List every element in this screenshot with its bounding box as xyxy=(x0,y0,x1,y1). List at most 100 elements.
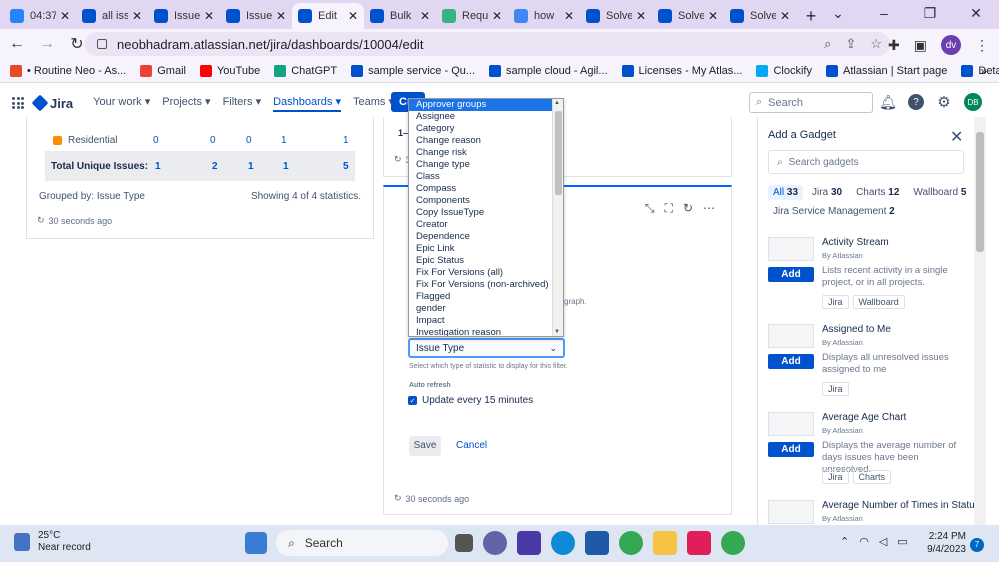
extensions-icon[interactable]: ✚ xyxy=(888,37,900,54)
total-cell[interactable]: 1 xyxy=(248,161,254,172)
statistic-type-select[interactable]: Issue Type ⌄ xyxy=(408,338,565,358)
dropdown-option[interactable]: Compass xyxy=(409,183,563,195)
bookmark-item[interactable]: sample cloud - Agil... xyxy=(489,64,608,77)
notifications-icon[interactable]: 🔔︎ xyxy=(879,94,897,110)
close-icon[interactable]: ✕ xyxy=(950,127,963,147)
dropdown-option[interactable]: Assignee xyxy=(409,111,563,123)
dropdown-scrollbar[interactable]: ▲ ▼ xyxy=(552,99,563,336)
browser-tab[interactable]: Solve ✕ xyxy=(652,3,724,29)
dropdown-option[interactable]: Category xyxy=(409,123,563,135)
scroll-up-icon[interactable]: ▲ xyxy=(554,100,560,106)
slack-icon[interactable] xyxy=(687,531,711,555)
save-button[interactable]: Save xyxy=(409,436,441,456)
table-cell[interactable]: 1 xyxy=(281,135,287,146)
tab-close-icon[interactable]: ✕ xyxy=(636,9,646,23)
browser-tab[interactable]: Issue ✕ xyxy=(220,3,292,29)
dropdown-option[interactable]: Approver groups xyxy=(409,99,563,111)
gadget-tag[interactable]: Wallboard xyxy=(852,295,905,309)
store-icon[interactable] xyxy=(585,531,609,555)
tab-close-icon[interactable]: ✕ xyxy=(60,9,70,23)
bookmark-star-icon[interactable]: ☆ xyxy=(870,36,882,52)
wifi-icon[interactable]: ◠ xyxy=(859,535,869,548)
add-gadget-button[interactable]: Add xyxy=(768,267,814,282)
scroll-thumb[interactable] xyxy=(555,111,562,195)
volume-icon[interactable]: ◁ xyxy=(879,535,887,548)
dropdown-option[interactable]: Dependence xyxy=(409,231,563,243)
user-avatar[interactable]: DB xyxy=(964,93,982,111)
cancel-button[interactable]: Cancel xyxy=(456,436,487,456)
refresh-icon[interactable]: ↻ xyxy=(37,215,45,226)
table-cell[interactable]: 1 xyxy=(343,135,349,146)
checkmark-icon[interactable]: ✓ xyxy=(408,396,417,405)
dropdown-option[interactable]: Class xyxy=(409,171,563,183)
total-cell[interactable]: 1 xyxy=(155,161,161,172)
forward-button[interactable]: → xyxy=(34,35,60,53)
gadget-tag[interactable]: Jira xyxy=(822,382,849,396)
browser-menu-icon[interactable]: ⋮ xyxy=(975,37,989,54)
nav-item[interactable]: Projects ▾ xyxy=(162,95,210,112)
weather-widget[interactable]: 25°C Near record xyxy=(14,530,91,554)
dropdown-option[interactable]: Change reason xyxy=(409,135,563,147)
gadget-category-filter[interactable]: Charts 12 xyxy=(851,185,904,200)
nav-item[interactable]: Your work ▾ xyxy=(93,95,150,112)
browser-tab[interactable]: all iss ✕ xyxy=(76,3,148,29)
bookmarks-overflow-button[interactable]: » xyxy=(980,64,987,78)
table-cell[interactable]: 0 xyxy=(210,135,216,146)
add-gadget-button[interactable]: Add xyxy=(768,442,814,457)
zoom-icon[interactable]: ⌕ xyxy=(824,36,831,52)
scroll-thumb[interactable] xyxy=(976,132,984,252)
bookmark-item[interactable]: ChatGPT xyxy=(274,64,337,77)
add-gadget-button[interactable]: Add xyxy=(768,354,814,369)
total-cell[interactable]: 1 xyxy=(283,161,289,172)
side-panel-icon[interactable]: ▣ xyxy=(914,37,927,54)
table-cell[interactable]: 0 xyxy=(153,135,159,146)
total-cell[interactable]: 2 xyxy=(212,161,218,172)
statistic-type-dropdown[interactable]: Approver groups Assignee Category Change re… xyxy=(408,98,564,337)
gadget-search-input[interactable]: ⌕ Search gadgets xyxy=(768,150,964,174)
battery-icon[interactable]: ▭ xyxy=(897,535,907,548)
url-input[interactable]: neobhadram.atlassian.net/jira/dashboards… xyxy=(85,32,890,56)
gadget-category-filter[interactable]: Jira Service Management 2 xyxy=(768,204,900,219)
gadget-category-filter[interactable]: Jira 30 xyxy=(807,185,847,200)
help-icon[interactable]: ? xyxy=(908,94,924,110)
dropdown-option[interactable]: Copy IssueType xyxy=(409,207,563,219)
tab-close-icon[interactable]: ✕ xyxy=(204,9,214,23)
total-cell[interactable]: 5 xyxy=(343,161,349,172)
browser-tab[interactable]: 04:37 ✕ xyxy=(4,3,76,29)
bookmark-item[interactable]: Licenses - My Atlas... xyxy=(621,64,742,77)
browser-tab[interactable]: Issue ✕ xyxy=(148,3,220,29)
settings-gear-icon[interactable]: ⚙ xyxy=(936,94,952,111)
back-button[interactable]: ← xyxy=(4,35,30,53)
jira-search-input[interactable]: ⌕ Search xyxy=(749,92,873,113)
bookmark-item[interactable]: sample service - Qu... xyxy=(351,64,475,77)
tab-close-icon[interactable]: ✕ xyxy=(780,9,790,23)
dropdown-option[interactable]: Epic Status xyxy=(409,255,563,267)
chrome-profile-icon[interactable] xyxy=(721,531,745,555)
dropdown-option[interactable]: Epic Link xyxy=(409,243,563,255)
fullscreen-icon[interactable]: ⛶ xyxy=(665,201,673,216)
bookmark-item[interactable]: • Routine Neo - As... xyxy=(10,64,126,77)
browser-tab[interactable]: Solve ✕ xyxy=(724,3,796,29)
tab-close-icon[interactable]: ✕ xyxy=(276,9,286,23)
tab-close-icon[interactable]: ✕ xyxy=(564,9,574,23)
dropdown-option[interactable]: Impact xyxy=(409,315,563,327)
nav-item[interactable]: Teams ▾ xyxy=(353,95,394,112)
refresh-icon[interactable]: ↻ xyxy=(683,201,693,216)
bookmark-item[interactable]: Atlassian | Start page xyxy=(826,64,947,77)
browser-tab[interactable]: Bulk ✕ xyxy=(364,3,436,29)
auto-refresh-checkbox[interactable]: ✓ Update every 15 minutes xyxy=(408,395,533,406)
teams-chat-icon[interactable] xyxy=(483,531,507,555)
close-window-button[interactable]: ✕ xyxy=(953,0,999,29)
editor-app-icon[interactable] xyxy=(517,531,541,555)
bookmark-item[interactable]: YouTube xyxy=(199,64,260,77)
browser-tab[interactable]: Edit ✕ xyxy=(292,3,364,29)
page-scrollbar[interactable] xyxy=(974,117,986,525)
browser-tab[interactable]: how ✕ xyxy=(508,3,580,29)
notification-badge[interactable]: 7 xyxy=(970,538,984,552)
dropdown-option[interactable]: Change type xyxy=(409,159,563,171)
gadget-category-filter[interactable]: All 33 xyxy=(768,185,804,200)
jira-logo[interactable]: Jira xyxy=(31,94,73,112)
bookmark-item[interactable]: Clockify xyxy=(756,64,812,77)
more-options-icon[interactable]: ⋯ xyxy=(703,201,715,216)
dropdown-option[interactable]: Investigation reason xyxy=(409,327,563,336)
